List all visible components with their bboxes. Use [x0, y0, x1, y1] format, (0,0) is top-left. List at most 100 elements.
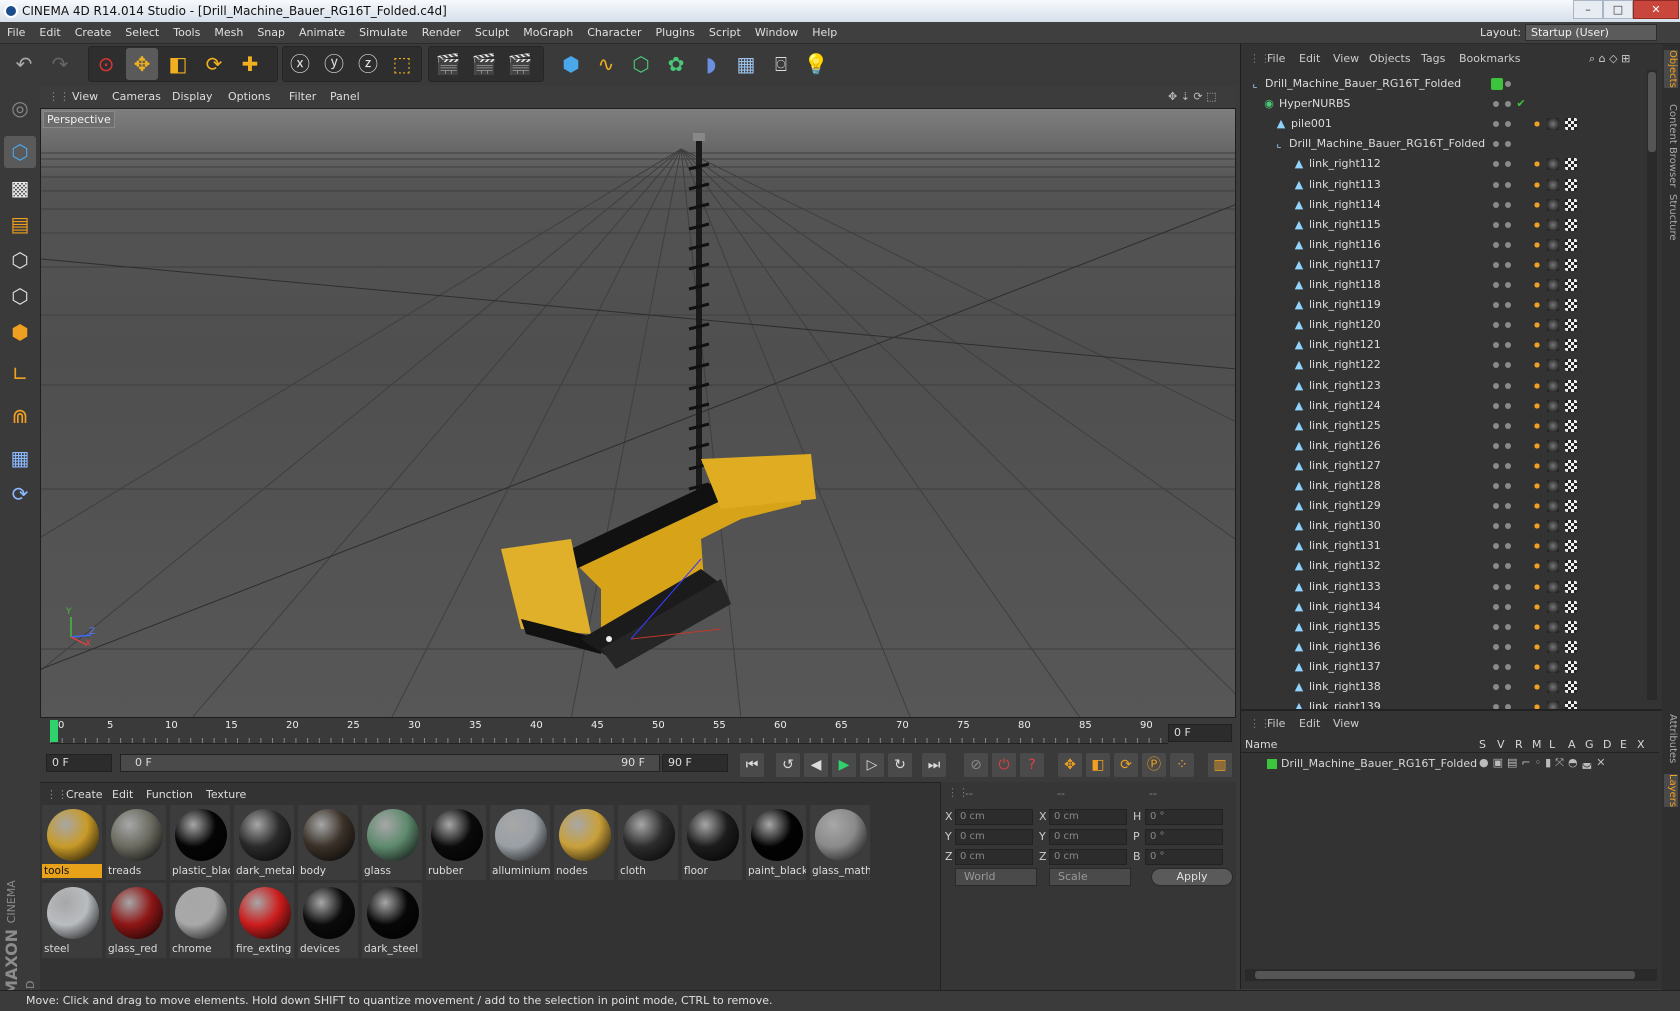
- editor-visibility-dot[interactable]: [1493, 382, 1499, 389]
- menu-edit[interactable]: Edit: [32, 22, 67, 44]
- object-name[interactable]: HyperNURBS: [1279, 94, 1350, 114]
- object-search-icon[interactable]: ⌕ ⌂ ◇ ⊞: [1589, 52, 1630, 66]
- material-tag-icon[interactable]: [1547, 660, 1559, 673]
- material-tag-icon[interactable]: [1547, 480, 1559, 492]
- keyframe-selection-icon[interactable]: ?: [1020, 753, 1044, 777]
- texture-tag-icon[interactable]: [1565, 439, 1577, 452]
- phong-tag-icon[interactable]: [1531, 198, 1543, 211]
- phong-tag-icon[interactable]: [1531, 560, 1543, 573]
- phong-tag-icon[interactable]: [1531, 540, 1543, 553]
- size-x-field[interactable]: 0 cm: [1049, 809, 1127, 825]
- viewport-menu-filter[interactable]: Filter: [289, 86, 316, 108]
- object-row[interactable]: ▲ link_right125: [1241, 416, 1641, 436]
- material-tag-icon[interactable]: [1547, 178, 1559, 191]
- object-row[interactable]: ▲ link_right137: [1241, 657, 1641, 677]
- render-visibility-dot[interactable]: [1505, 101, 1511, 108]
- maximize-button[interactable]: □: [1603, 0, 1633, 19]
- phong-tag-icon[interactable]: [1531, 238, 1543, 251]
- material-swatch[interactable]: body: [298, 805, 358, 880]
- object-row[interactable]: ▲ link_right119: [1241, 295, 1641, 315]
- minimize-button[interactable]: –: [1573, 0, 1603, 19]
- layer-menu-view[interactable]: View: [1333, 717, 1359, 730]
- next-key-icon[interactable]: ↻: [888, 753, 912, 777]
- object-name[interactable]: link_right124: [1309, 396, 1381, 416]
- render-visibility-dot[interactable]: [1505, 543, 1511, 550]
- object-name[interactable]: link_right121: [1309, 335, 1381, 355]
- menu-sculpt[interactable]: Sculpt: [468, 22, 516, 44]
- phong-tag-icon[interactable]: [1531, 480, 1543, 492]
- render-visibility-dot[interactable]: [1505, 684, 1511, 690]
- object-name[interactable]: link_right129: [1309, 496, 1381, 516]
- phong-tag-icon[interactable]: [1531, 500, 1543, 513]
- material-tag-icon[interactable]: [1547, 580, 1559, 593]
- render-settings-icon[interactable]: 🎬: [504, 48, 536, 80]
- phong-tag-icon[interactable]: [1531, 158, 1543, 171]
- object-row[interactable]: ▲ link_right127: [1241, 456, 1641, 476]
- phong-tag-icon[interactable]: [1531, 399, 1543, 412]
- object-name[interactable]: link_right135: [1309, 617, 1381, 637]
- render-visibility-dot[interactable]: [1505, 121, 1511, 128]
- object-row[interactable]: ⌞ Drill_Machine_Bauer_RG16T_Folded: [1241, 74, 1641, 94]
- move-icon[interactable]: ✥: [126, 48, 158, 80]
- object-row[interactable]: ▲ link_right118: [1241, 275, 1641, 295]
- object-row[interactable]: ▲ link_right123: [1241, 376, 1641, 396]
- key-position-icon[interactable]: ✥: [1058, 753, 1082, 777]
- object-name[interactable]: link_right127: [1309, 456, 1381, 476]
- object-name[interactable]: link_right114: [1309, 195, 1381, 215]
- phong-tag-icon[interactable]: [1531, 620, 1543, 633]
- floor-icon[interactable]: ▦: [730, 48, 762, 80]
- editor-visibility-dot[interactable]: [1493, 503, 1499, 510]
- object-name[interactable]: link_right118: [1309, 275, 1381, 295]
- object-row[interactable]: ▲ link_right117: [1241, 255, 1641, 275]
- layout-select[interactable]: Startup (User): [1525, 24, 1657, 41]
- render-picture-viewer-icon[interactable]: 🎬: [468, 48, 500, 80]
- menu-animate[interactable]: Animate: [292, 22, 352, 44]
- material-swatch[interactable]: glass_math: [810, 805, 870, 880]
- object-row[interactable]: ▲ link_right132: [1241, 556, 1641, 576]
- render-visibility-dot[interactable]: [1505, 422, 1511, 429]
- phong-tag-icon[interactable]: [1531, 580, 1543, 593]
- menu-help[interactable]: Help: [805, 22, 844, 44]
- layer-flag-icons[interactable]: ●▣▤⌐◦▮⤧◓◛✕: [1479, 756, 1609, 770]
- phong-tag-icon[interactable]: [1531, 681, 1543, 693]
- editor-visibility-dot[interactable]: [1493, 322, 1499, 329]
- size-z-field[interactable]: 0 cm: [1049, 849, 1127, 865]
- edges-mode-icon[interactable]: ⬡: [4, 280, 36, 312]
- x-axis-icon[interactable]: ⓧ: [284, 48, 316, 80]
- editor-visibility-dot[interactable]: [1493, 161, 1499, 168]
- object-name[interactable]: link_right133: [1309, 577, 1381, 597]
- material-swatch[interactable]: paint_black: [746, 805, 806, 880]
- editor-visibility-dot[interactable]: [1493, 442, 1499, 449]
- key-rotation-icon[interactable]: ⟳: [1114, 753, 1138, 777]
- material-tag-icon[interactable]: [1547, 600, 1559, 613]
- phong-tag-icon[interactable]: [1531, 439, 1543, 452]
- render-visibility-dot[interactable]: [1505, 462, 1511, 469]
- tab-layers[interactable]: Layers: [1664, 774, 1678, 808]
- next-frame-icon[interactable]: ▷: [860, 753, 884, 777]
- editor-visibility-dot[interactable]: [1493, 261, 1499, 268]
- object-name[interactable]: link_right125: [1309, 416, 1381, 436]
- z-axis-icon[interactable]: ⓩ: [352, 48, 384, 80]
- object-name[interactable]: link_right130: [1309, 516, 1381, 536]
- render-visibility-dot[interactable]: [1505, 563, 1511, 570]
- render-visibility-dot[interactable]: [1505, 342, 1511, 349]
- object-scrollbar[interactable]: [1647, 70, 1657, 700]
- phong-tag-icon[interactable]: [1531, 459, 1543, 472]
- end-frame-field[interactable]: 90 F: [662, 754, 728, 772]
- texture-tag-icon[interactable]: [1565, 339, 1577, 352]
- object-row[interactable]: ▲ link_right124: [1241, 396, 1641, 416]
- key-parameter-icon[interactable]: Ⓟ: [1142, 753, 1166, 777]
- texture-tag-icon[interactable]: [1565, 500, 1577, 513]
- rot-h-field[interactable]: 0 °: [1145, 809, 1223, 825]
- make-editable-icon[interactable]: ◎: [4, 92, 36, 124]
- material-tag-icon[interactable]: [1547, 299, 1559, 312]
- material-tag-icon[interactable]: [1547, 258, 1559, 271]
- render-visibility-dot[interactable]: [1505, 261, 1511, 268]
- menu-mograph[interactable]: MoGraph: [516, 22, 580, 44]
- object-name[interactable]: link_right128: [1309, 476, 1381, 496]
- layer-hscrollbar[interactable]: [1245, 969, 1657, 981]
- object-name[interactable]: link_right112: [1309, 154, 1381, 174]
- layer-row[interactable]: Drill_Machine_Bauer_RG16T_Folded ●▣▤⌐◦▮⤧…: [1241, 755, 1659, 773]
- coordinate-space-dropdown[interactable]: World: [955, 868, 1037, 886]
- timeline-playhead[interactable]: [50, 720, 58, 742]
